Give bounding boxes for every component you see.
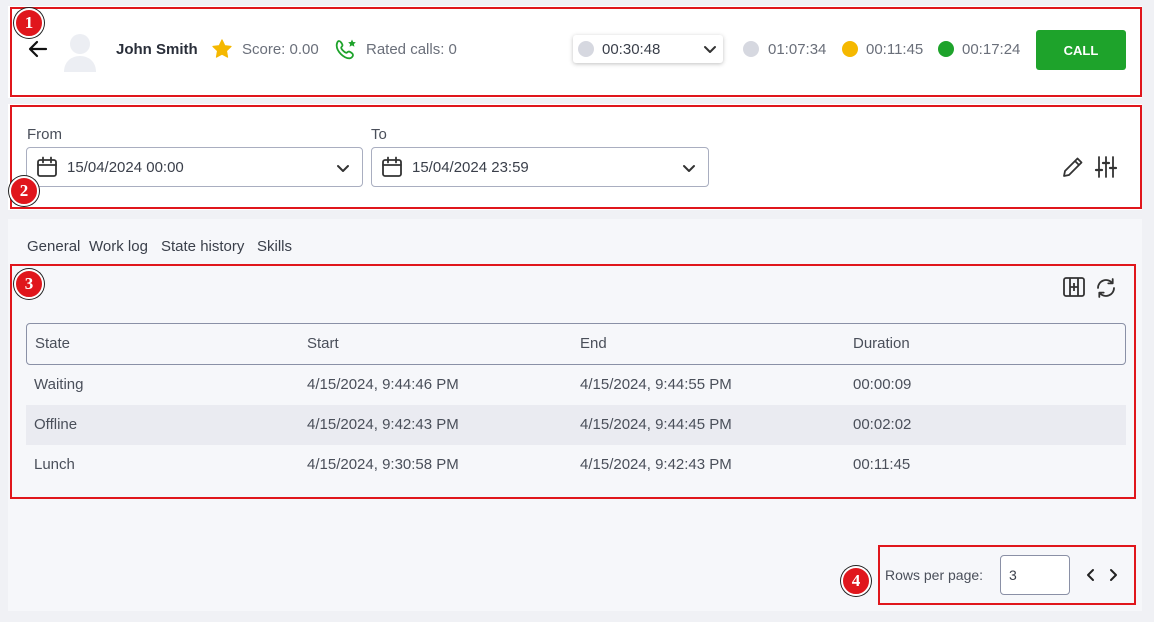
rows-per-page-input[interactable]: 3 xyxy=(1000,555,1070,595)
timer-dot-yellow xyxy=(842,41,858,57)
avatar-icon xyxy=(62,30,98,72)
to-label: To xyxy=(371,126,387,143)
timer-value-1: 01:07:34 xyxy=(768,41,827,58)
column-header-end[interactable]: End xyxy=(580,335,607,352)
timer-value-2: 00:11:45 xyxy=(866,41,924,58)
table-cell: 4/15/2024, 9:44:55 PM xyxy=(580,376,732,393)
chevron-down-icon xyxy=(703,43,717,55)
timer-dot-gray xyxy=(743,41,759,57)
table-row xyxy=(26,405,1126,445)
table-row xyxy=(26,365,1126,405)
timer-value-3: 00:17:24 xyxy=(962,41,1021,58)
table-cell: 4/15/2024, 9:30:58 PM xyxy=(307,456,459,473)
score-label: Score: 0.00 xyxy=(242,41,319,58)
pencil-icon[interactable] xyxy=(1062,156,1084,178)
chevron-right-icon[interactable] xyxy=(1107,567,1121,583)
from-date-select[interactable]: 15/04/2024 00:00 xyxy=(26,147,363,187)
chevron-left-icon[interactable] xyxy=(1083,567,1097,583)
annotation-badge-1: 1 xyxy=(14,8,44,38)
table-cell: 4/15/2024, 9:44:46 PM xyxy=(307,376,459,393)
tab-general[interactable]: General xyxy=(27,238,80,255)
table-cell: 4/15/2024, 9:42:43 PM xyxy=(580,456,732,473)
to-date-value: 15/04/2024 23:59 xyxy=(412,159,529,176)
timer-select-value: 00:30:48 xyxy=(602,41,661,58)
annotation-badge-4: 4 xyxy=(841,566,871,596)
column-header-state[interactable]: State xyxy=(35,335,70,352)
column-header-start[interactable]: Start xyxy=(307,335,339,352)
tab-skills[interactable]: Skills xyxy=(257,238,292,255)
table-cell: Lunch xyxy=(34,456,75,473)
star-icon xyxy=(211,38,233,60)
annotation-badge-3: 3 xyxy=(14,269,44,299)
chevron-down-icon xyxy=(336,162,350,174)
tab-work-log[interactable]: Work log xyxy=(89,238,148,255)
annotation-badge-2: 2 xyxy=(9,176,39,206)
active-tab-underline xyxy=(158,264,250,266)
timer-dot-green xyxy=(938,41,954,57)
table-cell: 4/15/2024, 9:44:45 PM xyxy=(580,416,732,433)
from-label: From xyxy=(27,126,62,143)
table-cell: 4/15/2024, 9:42:43 PM xyxy=(307,416,459,433)
to-date-select[interactable]: 15/04/2024 23:59 xyxy=(371,147,709,187)
columns-icon[interactable] xyxy=(1062,276,1086,298)
refresh-icon[interactable] xyxy=(1094,276,1118,300)
calendar-icon xyxy=(381,156,403,178)
table-cell: 00:00:09 xyxy=(853,376,912,393)
rows-per-page-label: Rows per page: xyxy=(885,567,984,583)
rows-per-page-value: 3 xyxy=(1009,567,1017,583)
table-cell: Offline xyxy=(34,416,78,433)
agent-name: John Smith xyxy=(116,41,198,58)
rated-calls-label: Rated calls: 0 xyxy=(366,41,457,58)
table-row xyxy=(26,445,1126,485)
chevron-down-icon xyxy=(682,162,696,174)
tab-state-history[interactable]: State history xyxy=(161,238,244,255)
back-arrow-icon[interactable] xyxy=(27,38,49,60)
column-header-duration[interactable]: Duration xyxy=(853,335,910,352)
status-dot-icon xyxy=(578,41,594,57)
call-button[interactable]: CALL xyxy=(1036,30,1126,70)
phone-star-icon xyxy=(335,38,359,60)
timer-select[interactable]: 00:30:48 xyxy=(573,35,723,63)
from-date-value: 15/04/2024 00:00 xyxy=(67,159,184,176)
table-cell: 00:02:02 xyxy=(853,416,912,433)
calendar-icon xyxy=(36,156,58,178)
table-header-row xyxy=(26,323,1126,365)
table-cell: Waiting xyxy=(34,376,84,393)
table-cell: 00:11:45 xyxy=(853,456,911,473)
sliders-icon[interactable] xyxy=(1094,155,1118,179)
